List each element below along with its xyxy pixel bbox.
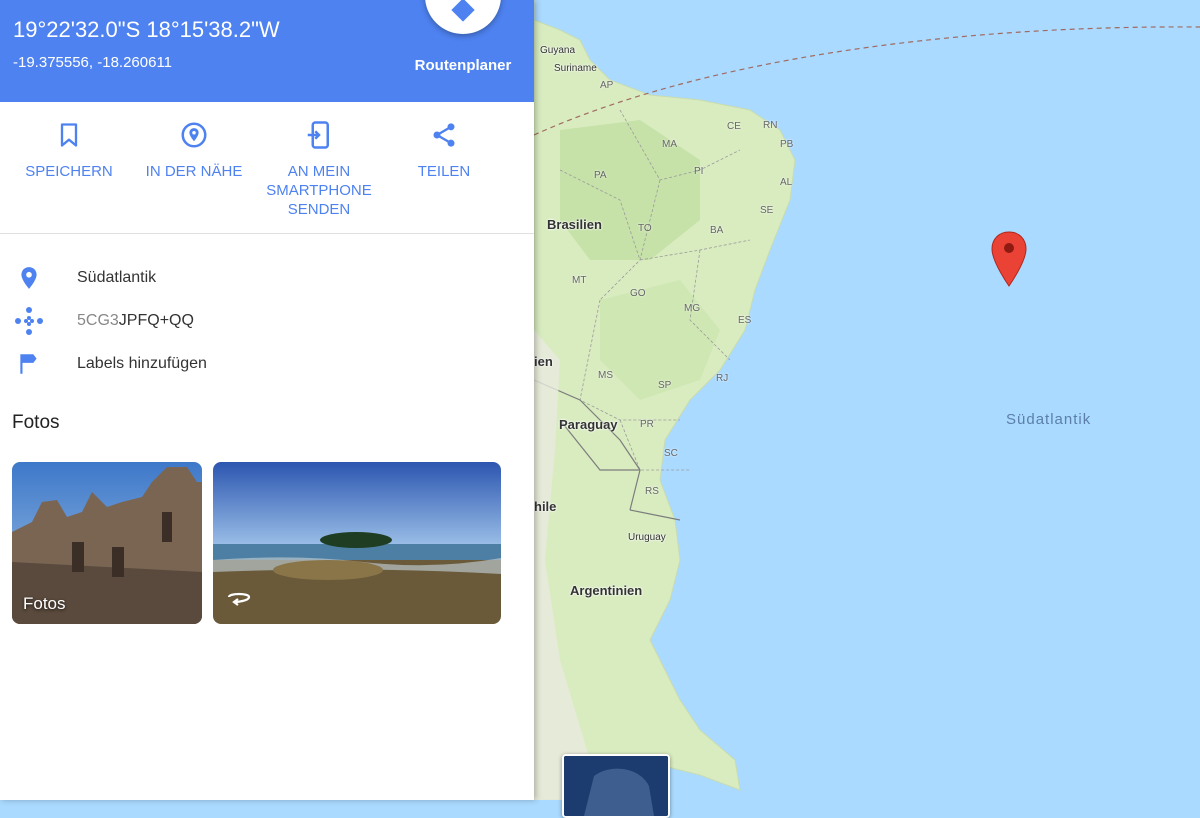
map-label-state: ES [738,315,752,326]
directions-button[interactable] [425,0,501,34]
map-label-brasilien: Brasilien [547,217,602,232]
beach-photo [213,462,501,624]
route-planner-label[interactable]: Routenplaner [400,57,526,74]
directions-icon [451,0,475,22]
place-name: Südatlantik [77,269,157,286]
map-label-state: MG [684,303,701,314]
location-pin-icon[interactable] [989,230,1029,290]
share-icon [433,123,455,147]
map-label-guyana: Guyana [540,45,576,56]
map-label-state: PI [694,166,704,177]
photos-label: Fotos [23,594,66,613]
send-to-phone-label: AN MEIN SMARTPHONE SENDEN [266,163,372,218]
map-label-suriname: Suriname [554,63,597,74]
map-label-state: SC [664,448,678,459]
satellite-thumbnail [564,756,668,816]
satellite-layer-toggle[interactable] [562,754,670,818]
plus-code-main: JPFQ+QQ [118,312,194,329]
bookmark-icon [60,123,78,147]
photos-heading: Fotos [12,412,60,433]
send-to-phone-icon [307,121,329,149]
panel-header: 19°22'32.0"S 18°15'38.2"W -19.375556, -1… [0,0,534,102]
add-label-link: Labels hinzufügen [77,355,207,372]
map-label-state: PA [594,170,607,181]
coordinates-dms: 19°22'32.0"S 18°15'38.2"W [13,17,280,42]
nearby-label: IN DER NÄHE [145,163,243,180]
map-label-state: RS [645,486,659,497]
save-button[interactable]: SPEICHERN [4,120,134,181]
plus-code: 5CG3JPFQ+QQ [77,312,194,330]
map-label-state: GO [630,288,646,299]
send-to-phone-button[interactable]: AN MEIN SMARTPHONE SENDEN [254,120,384,219]
action-bar: SPEICHERN IN DER NÄHE AN MEIN SMARTPHONE… [0,102,534,234]
flag-icon [16,351,42,377]
save-label: SPEICHERN [25,163,113,180]
map-label-state: MS [598,370,613,381]
coordinates-decimal: -19.375556, -18.260611 [13,54,173,71]
info-row-add-label[interactable]: Labels hinzufügen [0,345,534,381]
map-label-state: PR [640,419,654,430]
map-label-state: SP [658,380,672,391]
place-panel: 19°22'32.0"S 18°15'38.2"W -19.375556, -1… [0,0,534,800]
map-canvas[interactable]: Guyana Suriname Brasilien Paraguay Urugu… [534,0,1200,800]
map-label-state: AL [780,177,793,188]
map-label-argentinien: Argentinien [570,583,643,598]
map-label-state: SE [760,205,774,216]
info-row-plus-code[interactable]: 5CG3JPFQ+QQ [0,302,534,338]
map-label-state: AP [600,80,614,91]
map-label-bolivien-partial: ien [534,354,553,369]
map-label-state: RN [763,120,778,131]
info-row-place[interactable]: Südatlantik [0,259,534,295]
map-label-paraguay: Paraguay [559,417,618,432]
map-label-state: CE [727,121,741,132]
nearby-icon [181,122,207,148]
plus-code-icon [15,307,43,335]
map-label-state: TO [638,223,652,234]
map-label-state: RJ [716,373,729,384]
place-marker-icon [16,265,42,291]
map-label-uruguay: Uruguay [628,532,666,543]
nearby-button[interactable]: IN DER NÄHE [129,120,259,181]
share-button[interactable]: TEILEN [379,120,509,181]
map-label-ocean: Südatlantik [1006,411,1092,428]
photo-thumbnail-360-beach[interactable] [213,462,501,624]
photo-thumbnail-monastery[interactable]: Fotos [12,462,202,624]
map-label-state: MA [662,139,677,150]
panorama-360-icon [224,589,254,614]
share-label: TEILEN [417,163,471,180]
plus-code-prefix: 5CG3 [77,312,119,329]
map-graphic [534,0,1200,800]
map-label-state: PB [780,139,794,150]
map-label-state: BA [710,225,724,236]
map-label-chile-partial: hile [534,499,557,514]
map-label-state: MT [572,275,587,286]
